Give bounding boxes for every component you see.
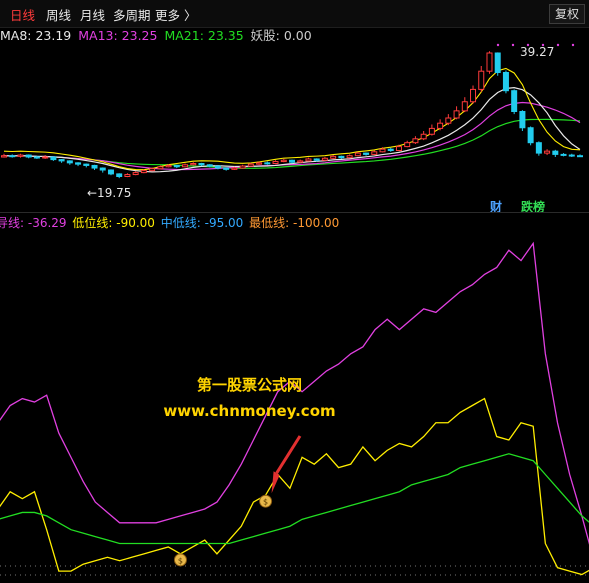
candle-body bbox=[453, 110, 460, 119]
candle-body bbox=[321, 157, 328, 161]
candle-body bbox=[280, 159, 287, 163]
candle-body bbox=[25, 154, 32, 158]
candle-body bbox=[338, 155, 345, 159]
candle-body bbox=[247, 163, 254, 167]
candle-body bbox=[544, 150, 551, 154]
high-price-label: 39.27 bbox=[520, 45, 555, 59]
candle-body bbox=[83, 163, 90, 166]
candle-body bbox=[1, 155, 7, 158]
trend-line bbox=[0, 453, 589, 545]
annotation-arrow-head bbox=[271, 471, 280, 494]
candle-body bbox=[9, 155, 16, 158]
candle-body bbox=[478, 70, 485, 90]
candle-body bbox=[313, 158, 320, 161]
candle-body bbox=[395, 146, 402, 152]
candle-body bbox=[346, 155, 353, 159]
kline-chart[interactable]: $$ bbox=[0, 0, 589, 583]
candle-body bbox=[494, 52, 501, 73]
annotation-arrow-shaft bbox=[275, 435, 302, 474]
candle-body bbox=[461, 101, 468, 112]
diweixian-value: 低位线: -90.00 bbox=[72, 216, 155, 230]
candle-body bbox=[149, 168, 156, 172]
candle-body bbox=[437, 122, 444, 129]
candle-body bbox=[107, 169, 114, 175]
candle-body bbox=[502, 72, 509, 92]
candle-body bbox=[231, 167, 238, 170]
coin-symbol: $ bbox=[263, 498, 268, 507]
zuidixian-value: 最低线: -100.00 bbox=[249, 216, 340, 230]
candle-body bbox=[42, 156, 49, 159]
candle-body bbox=[214, 165, 221, 169]
candle-body bbox=[445, 117, 452, 124]
candle-body bbox=[428, 127, 435, 135]
top-dot-marker bbox=[571, 43, 575, 47]
candle-body bbox=[272, 161, 279, 165]
candle-body bbox=[99, 167, 106, 171]
candle-body bbox=[91, 164, 98, 169]
candle-body bbox=[289, 159, 295, 163]
watermark-title: 第一股票公式网 bbox=[196, 376, 302, 394]
candle-body bbox=[66, 160, 73, 164]
candle-body bbox=[198, 163, 205, 166]
candle-body bbox=[486, 52, 493, 72]
candle-body bbox=[527, 127, 534, 144]
candle-body bbox=[568, 154, 575, 157]
diweixian-line bbox=[0, 397, 589, 576]
candle-body bbox=[256, 162, 263, 165]
upper-band-line bbox=[3, 67, 581, 171]
panel-divider bbox=[0, 212, 589, 213]
daoxian-value: 导线: -36.29 bbox=[0, 216, 67, 230]
top-dot-marker bbox=[511, 43, 515, 47]
top-dot-marker bbox=[496, 43, 500, 47]
candle-body bbox=[404, 142, 411, 148]
candle-body bbox=[379, 148, 386, 153]
candle-body bbox=[363, 152, 370, 155]
candle-body bbox=[519, 111, 526, 129]
candle-body bbox=[470, 88, 477, 103]
candle-body bbox=[58, 159, 65, 162]
candle-body bbox=[560, 153, 567, 156]
candle-body bbox=[206, 164, 213, 167]
candle-body bbox=[157, 166, 164, 170]
coin-symbol: $ bbox=[178, 556, 183, 565]
candle-body bbox=[264, 162, 271, 165]
candle-body bbox=[140, 170, 147, 174]
candle-body bbox=[182, 164, 189, 168]
top-dot-marker bbox=[556, 43, 560, 47]
candle-body bbox=[50, 156, 57, 161]
candle-body bbox=[330, 155, 337, 159]
candle-body bbox=[552, 150, 559, 155]
candle-body bbox=[297, 160, 304, 163]
candle-body bbox=[124, 174, 131, 178]
watermark-url: www.chnmoney.com bbox=[163, 402, 336, 420]
candle-body bbox=[420, 133, 427, 140]
candle-body bbox=[577, 155, 583, 158]
candle-body bbox=[190, 163, 197, 166]
candle-body bbox=[223, 167, 230, 170]
candle-body bbox=[239, 165, 246, 169]
candle-body bbox=[116, 173, 123, 177]
candle-body bbox=[354, 152, 361, 157]
low-price-label: ←19.75 bbox=[87, 186, 132, 200]
candle-body bbox=[511, 90, 518, 112]
candle-body bbox=[412, 138, 419, 144]
candle-body bbox=[17, 154, 24, 157]
indicator-legend: 导线: -36.29 低位线: -90.00 中低线: -95.00 最低线: … bbox=[0, 214, 341, 230]
candle-body bbox=[371, 151, 378, 155]
zhongdixian-value: 中低线: -95.00 bbox=[160, 216, 244, 230]
candle-body bbox=[305, 158, 312, 162]
candle-body bbox=[165, 164, 172, 168]
candle-body bbox=[132, 172, 139, 176]
candle-body bbox=[535, 142, 542, 154]
candle-body bbox=[387, 148, 394, 151]
candle-body bbox=[75, 162, 82, 165]
candle-body bbox=[33, 156, 40, 159]
candle-body bbox=[173, 164, 180, 168]
